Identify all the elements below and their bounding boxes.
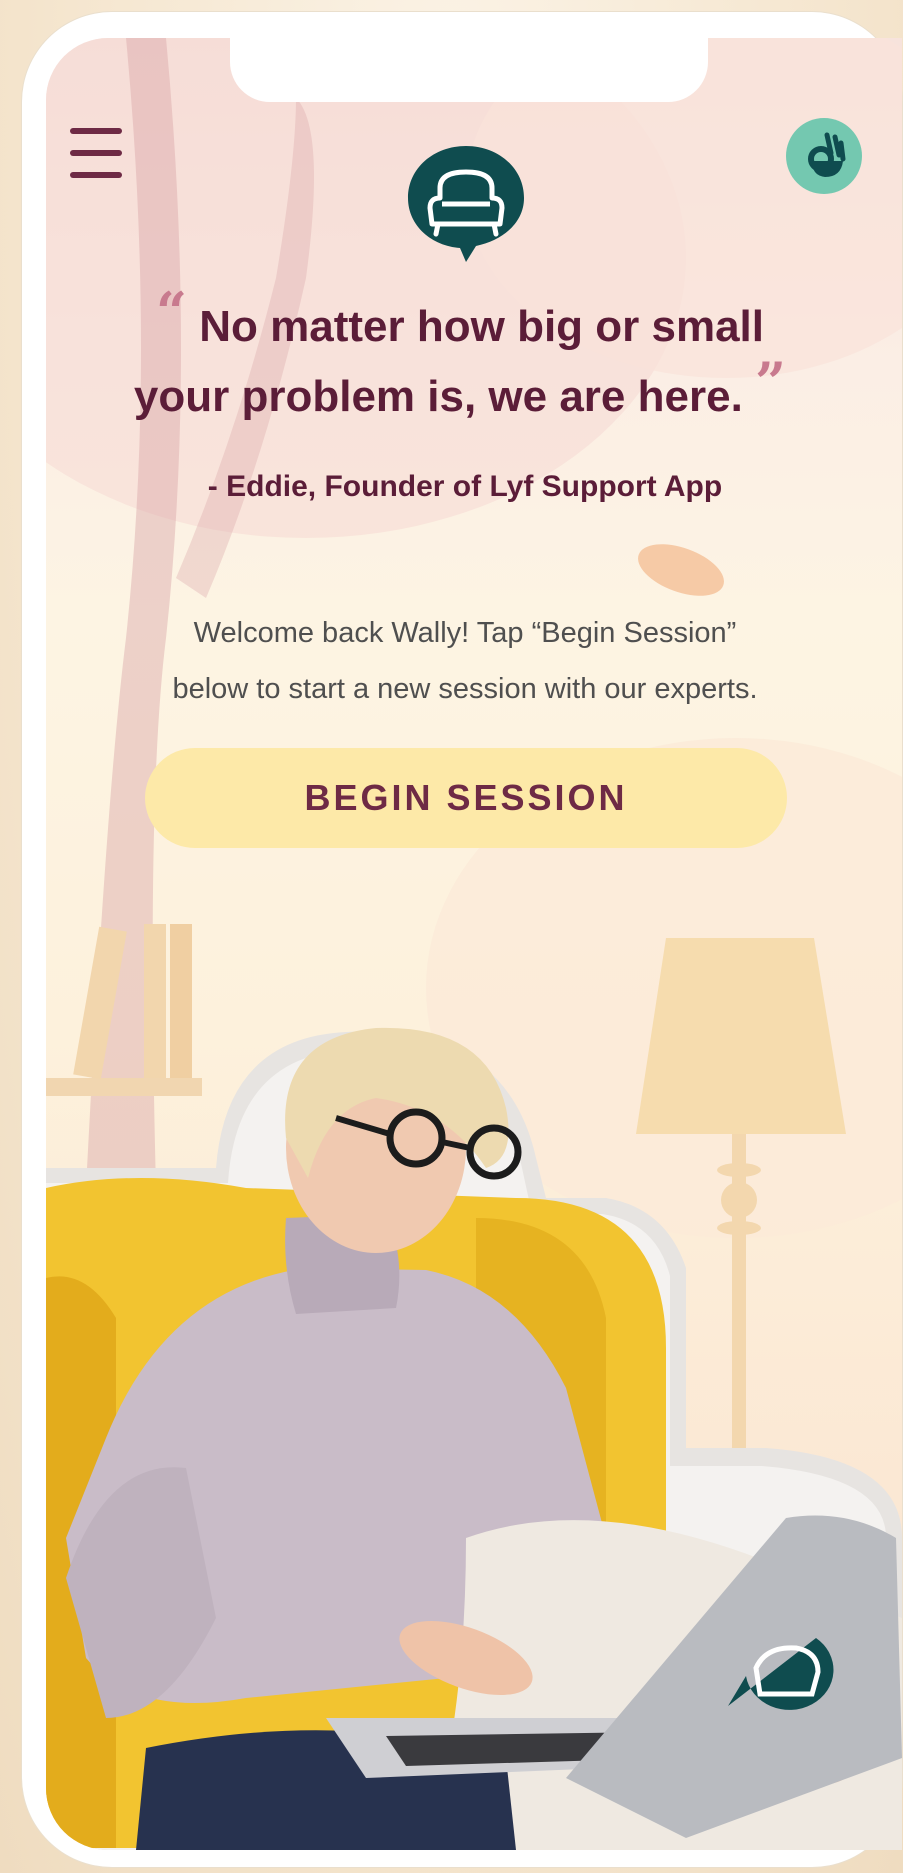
hero-illustration bbox=[46, 1027, 902, 1850]
begin-session-button[interactable]: BEGIN SESSION bbox=[145, 748, 787, 848]
armchair-pin-icon bbox=[408, 146, 524, 262]
ok-hand-icon bbox=[808, 132, 846, 177]
welcome-line-1: Welcome back Wally! Tap “Begin Session” bbox=[193, 617, 737, 649]
menu-button[interactable] bbox=[68, 126, 126, 182]
open-quote-mark: “ bbox=[155, 280, 188, 344]
founder-quote: “ No matter how big or small your proble… bbox=[110, 285, 810, 432]
quote-text-1: No matter how big or small bbox=[199, 302, 765, 351]
welcome-line-2: below to start a new session with our ex… bbox=[172, 673, 758, 705]
hamburger-line-3 bbox=[70, 172, 122, 178]
help-button[interactable] bbox=[786, 118, 862, 194]
quote-text-2: your problem is, we are here. bbox=[133, 372, 743, 421]
quote-line-2: your problem is, we are here. ” bbox=[110, 355, 810, 432]
phone-notch bbox=[230, 38, 708, 102]
welcome-message: Welcome back Wally! Tap “Begin Session” … bbox=[110, 605, 820, 717]
app-logo bbox=[404, 142, 528, 264]
quote-attribution: - Eddie, Founder of Lyf Support App bbox=[207, 470, 723, 503]
hamburger-menu-icon bbox=[70, 128, 122, 134]
hamburger-line-2 bbox=[70, 150, 122, 156]
close-quote-mark: ” bbox=[755, 350, 787, 414]
quote-line-1: “ No matter how big or small bbox=[110, 285, 810, 362]
